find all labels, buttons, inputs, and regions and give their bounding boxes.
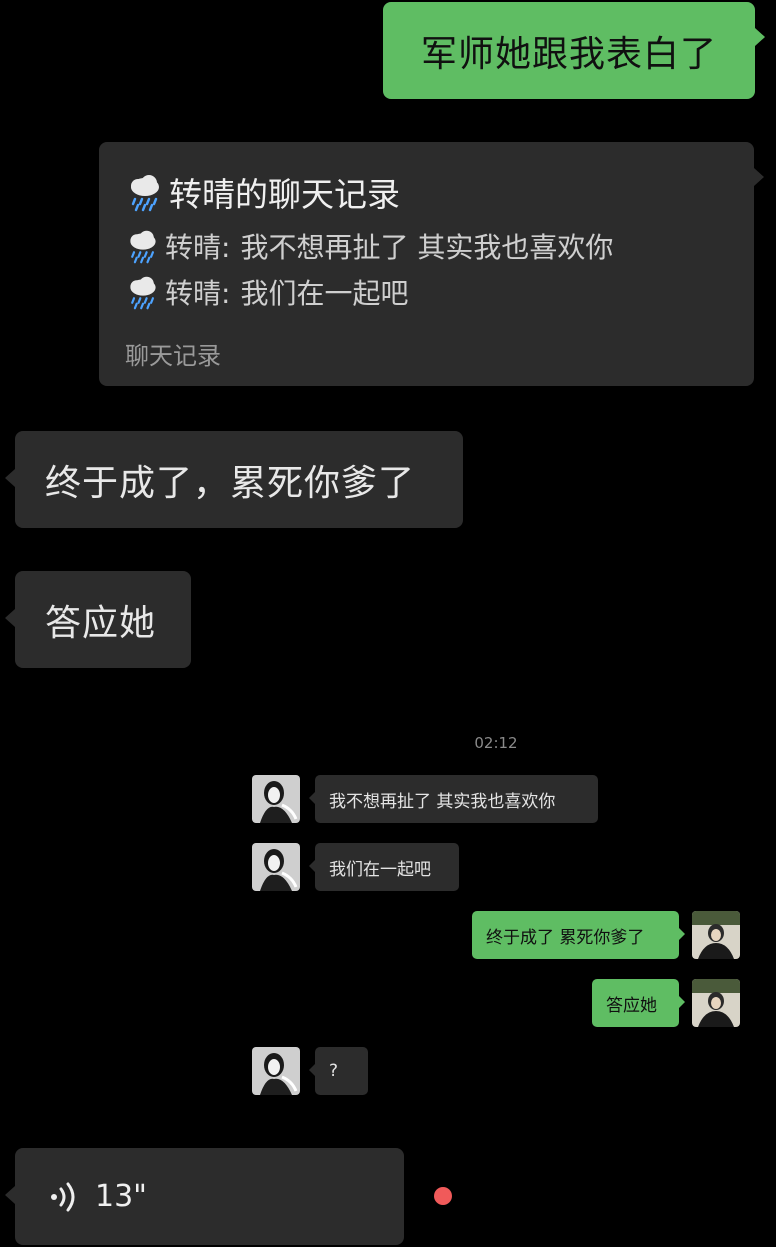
voice-message-bubble[interactable]: 13" — [5, 1148, 404, 1245]
mini-message-text: 我不想再扯了 其实我也喜欢你 — [329, 791, 556, 812]
record-line: 转晴: 我们在一起吧 — [125, 272, 408, 312]
mini-message-bubble: 终于成了 累死你爹了 — [472, 911, 685, 959]
mini-message-bubble: 我不想再扯了 其实我也喜欢你 — [309, 775, 598, 823]
record-line: 转晴: 我不想再扯了 其实我也喜欢你 — [125, 226, 613, 266]
avatar — [252, 775, 300, 823]
record-title: 转晴的聊天记录 — [125, 168, 400, 216]
mini-message-bubble: ? — [309, 1047, 368, 1095]
message-text: 终于成了，累死你爹了 — [45, 462, 416, 504]
record-text: 我不想再扯了 其实我也喜欢你 — [240, 231, 614, 264]
record-sender: 转晴: — [165, 231, 231, 264]
embedded-chat-screenshot[interactable]: 02:12 我不想再扯了 其实我也喜欢你 我们在一起吧 终于成了 累死你爹了 答… — [250, 725, 760, 1110]
outgoing-message-bubble[interactable]: 军师她跟我表白了 — [383, 2, 765, 99]
mini-message-text: 答应她 — [606, 995, 657, 1016]
timestamp: 02:12 — [474, 734, 518, 752]
avatar — [692, 979, 740, 1027]
avatar — [252, 843, 300, 891]
voice-wave-icon — [51, 1182, 75, 1211]
mini-message-text: ? — [329, 1061, 339, 1081]
incoming-message-bubble[interactable]: 终于成了，累死你爹了 — [5, 431, 463, 528]
rain-cloud-icon — [130, 230, 156, 264]
chat-record-card[interactable]: 转晴的聊天记录 转晴: 我不想再扯了 其实我也喜欢你 转晴: 我们在一起吧 聊天… — [99, 142, 764, 386]
mini-message-bubble: 答应她 — [592, 979, 685, 1027]
mini-message-text: 我们在一起吧 — [329, 859, 431, 880]
mini-message-bubble: 我们在一起吧 — [309, 843, 459, 891]
unread-dot — [434, 1187, 452, 1205]
record-text: 我们在一起吧 — [240, 277, 409, 310]
message-text: 答应她 — [45, 602, 157, 644]
rain-cloud-icon — [130, 276, 156, 310]
rain-cloud-icon — [131, 175, 159, 212]
mini-message-text: 终于成了 累死你爹了 — [486, 927, 645, 948]
record-footer: 聊天记录 — [125, 342, 221, 370]
voice-duration: 13" — [95, 1179, 147, 1214]
avatar — [692, 911, 740, 959]
record-sender: 转晴: — [165, 277, 231, 310]
avatar — [252, 1047, 300, 1095]
message-text: 军师她跟我表白了 — [420, 33, 717, 75]
incoming-message-bubble[interactable]: 答应她 — [5, 571, 191, 668]
